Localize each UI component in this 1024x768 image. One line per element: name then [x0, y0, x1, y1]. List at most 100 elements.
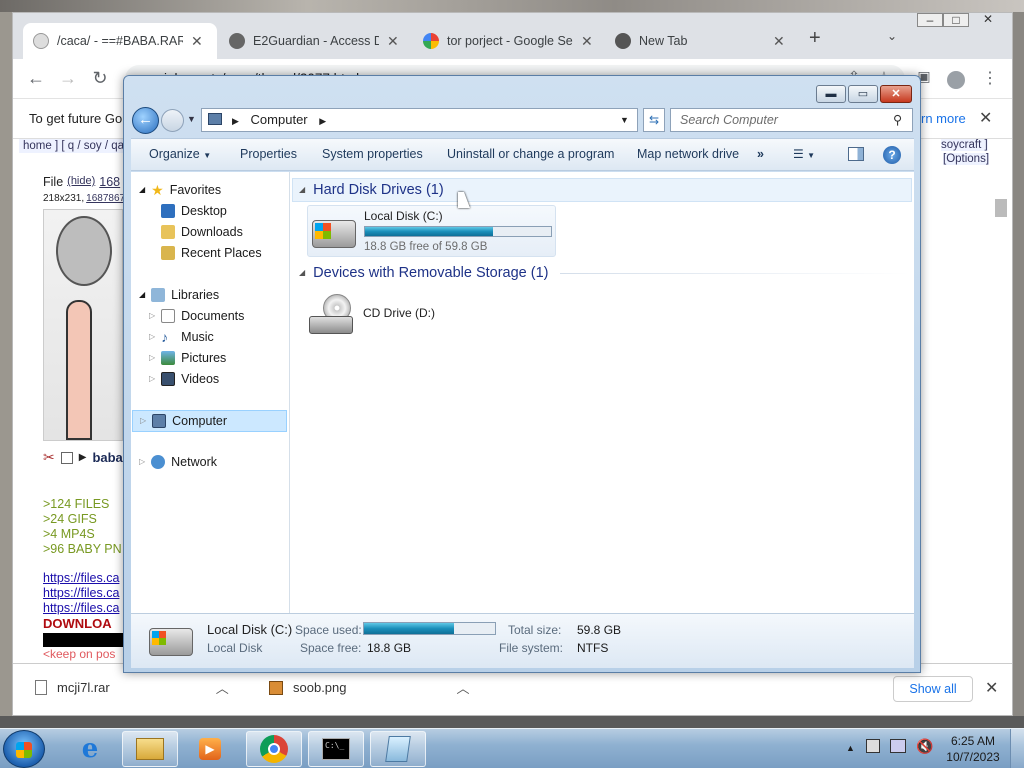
group-hard-disk-drives[interactable]: ◢ Hard Disk Drives (1): [299, 179, 444, 201]
options-link[interactable]: [Options]: [943, 153, 990, 165]
search-icon[interactable]: ⚲: [893, 109, 902, 131]
new-tab-plus-icon[interactable]: +: [809, 27, 821, 50]
nav-downloads[interactable]: Downloads: [161, 222, 243, 242]
nav-computer[interactable]: ▷ Computer: [132, 410, 287, 432]
expand-arrow-icon[interactable]: ◢: [139, 180, 145, 200]
collapse-arrow-icon[interactable]: ▷: [149, 306, 155, 326]
nav-recent-places[interactable]: Recent Places: [161, 243, 262, 263]
drive-d-tile[interactable]: CD Drive (D:): [307, 292, 507, 342]
file-url-link[interactable]: https://files.ca: [43, 571, 119, 586]
forward-arrow-icon[interactable]: →: [57, 68, 79, 89]
taskbar-notepad[interactable]: [370, 731, 426, 767]
address-dropdown-icon[interactable]: ▼: [620, 109, 629, 131]
file-link[interactable]: 168: [99, 175, 120, 189]
nav-documents[interactable]: ▷ Documents: [149, 306, 244, 326]
network-tray-icon[interactable]: [890, 739, 906, 753]
clock-time[interactable]: 6:25 AM: [950, 734, 996, 748]
show-desktop-button[interactable]: [1010, 729, 1024, 768]
volume-muted-icon[interactable]: 🔇: [916, 738, 933, 755]
organize-button[interactable]: Organize ▼: [149, 147, 211, 161]
maximize-icon[interactable]: □: [943, 13, 969, 27]
page-scrollbar-thumb[interactable]: [995, 199, 1007, 217]
action-center-icon[interactable]: [866, 739, 880, 753]
close-shelf-icon[interactable]: ✕: [985, 678, 998, 698]
file-id-link[interactable]: 1687867: [86, 193, 125, 204]
minimize-icon[interactable]: –: [917, 13, 943, 27]
close-icon[interactable]: ✕: [975, 13, 1001, 27]
nav-music[interactable]: ▷ ♪ Music: [149, 327, 214, 347]
collapse-arrow-icon[interactable]: ▷: [140, 411, 146, 431]
help-icon[interactable]: ?: [883, 146, 901, 164]
nav-favorites[interactable]: ◢ ★ Favorites: [139, 180, 221, 200]
nav-desktop[interactable]: Desktop: [161, 201, 227, 221]
chevron-up-icon[interactable]: ︿: [216, 678, 229, 697]
recent-pages-chevron-icon[interactable]: ▼: [187, 114, 196, 124]
back-arrow-icon[interactable]: ←: [25, 68, 47, 89]
show-all-button[interactable]: Show all: [893, 676, 973, 702]
nav-pictures[interactable]: ▷ Pictures: [149, 348, 226, 368]
refresh-icon[interactable]: ⇆: [643, 108, 665, 132]
info-bar-close-icon[interactable]: ✕: [979, 99, 992, 139]
taskbar-internet-explorer[interactable]: e: [62, 731, 118, 767]
preview-pane-icon[interactable]: [848, 147, 864, 161]
download-item-png[interactable]: soob.png ︿: [269, 678, 470, 697]
expand-arrow-icon[interactable]: ◢: [139, 285, 145, 305]
profile-avatar-icon[interactable]: [947, 71, 965, 89]
group-collapse-icon[interactable]: ◢: [299, 262, 305, 284]
more-commands-button[interactable]: »: [757, 147, 764, 161]
collapse-arrow-icon[interactable]: ▷: [149, 369, 155, 389]
chevron-up-icon[interactable]: ︿: [457, 678, 470, 697]
start-button[interactable]: [3, 730, 45, 768]
tab-close-icon[interactable]: ✕: [581, 33, 593, 50]
explorer-close-icon[interactable]: ✕: [880, 85, 912, 103]
tab-close-icon[interactable]: ✕: [387, 33, 399, 50]
search-input[interactable]: Search Computer ⚲: [670, 108, 913, 132]
board-nav-right[interactable]: soycraft ]: [941, 139, 988, 151]
tab-close-icon[interactable]: ✕: [191, 33, 203, 50]
explorer-maximize-icon[interactable]: ▭: [848, 85, 878, 103]
menu-kebab-icon[interactable]: ⋮: [979, 68, 1001, 88]
back-arrow-icon[interactable]: ←: [132, 107, 159, 134]
breadcrumb-arrow-icon[interactable]: ▶: [319, 116, 326, 126]
collapse-arrow-icon[interactable]: ▷: [139, 452, 145, 472]
address-bar[interactable]: ▶ Computer ▶ ▼: [201, 108, 638, 132]
group-removable-storage[interactable]: ◢ Devices with Removable Storage (1): [299, 262, 548, 284]
map-network-drive-button[interactable]: Map network drive: [637, 147, 739, 161]
nav-libraries[interactable]: ◢ Libraries: [139, 285, 219, 305]
nav-network[interactable]: ▷ Network: [139, 452, 217, 472]
show-hidden-icons-icon[interactable]: ▲: [846, 743, 855, 753]
tab-caca[interactable]: /caca/ - ==#BABA.RAR ✕: [23, 23, 217, 59]
forward-arrow-icon[interactable]: [161, 109, 184, 132]
tab-new-tab[interactable]: New Tab ✕: [605, 23, 799, 59]
collapse-arrow-icon[interactable]: ▷: [149, 327, 155, 347]
taskbar-command-prompt[interactable]: C:\_: [308, 731, 364, 767]
breadcrumb-arrow-icon[interactable]: ▶: [232, 116, 239, 126]
taskbar-chrome[interactable]: [246, 731, 302, 767]
post-arrow-icon[interactable]: ▶: [79, 452, 87, 463]
file-url-link[interactable]: https://files.ca: [43, 586, 119, 601]
learn-more-link[interactable]: rn more: [921, 99, 966, 139]
file-hide-link[interactable]: (hide): [67, 175, 95, 189]
clock-date[interactable]: 10/7/2023: [945, 750, 1001, 764]
download-item-rar[interactable]: mcji7l.rar ︿: [35, 678, 229, 697]
drive-c-tile[interactable]: Local Disk (C:) 18.8 GB free of 59.8 GB: [307, 205, 556, 257]
post-thumbnail-image[interactable]: [43, 209, 123, 441]
taskbar-media-player[interactable]: ▶: [182, 731, 238, 767]
tab-search-chevron-icon[interactable]: ⌄: [887, 29, 897, 43]
breadcrumb-computer[interactable]: Computer: [251, 112, 308, 127]
post-checkbox[interactable]: [60, 451, 73, 464]
explorer-minimize-icon[interactable]: ▬: [816, 85, 846, 103]
nav-videos[interactable]: ▷ Videos: [149, 369, 219, 389]
tab-google-search[interactable]: tor porject - Google Search ✕: [413, 23, 607, 59]
properties-button[interactable]: Properties: [240, 147, 297, 161]
tab-e2guardian[interactable]: E2Guardian - Access Denied ✕: [219, 23, 413, 59]
scissors-icon[interactable]: ✂: [43, 449, 55, 466]
collapse-arrow-icon[interactable]: ▷: [149, 348, 155, 368]
system-properties-button[interactable]: System properties: [322, 147, 423, 161]
file-url-link[interactable]: https://files.ca: [43, 601, 119, 616]
tab-close-icon[interactable]: ✕: [773, 33, 785, 50]
reload-icon[interactable]: ↻: [89, 68, 111, 89]
change-view-icon[interactable]: ☰ ▼: [793, 147, 829, 161]
board-nav[interactable]: home ] [ q / soy / qa: [19, 139, 128, 153]
uninstall-program-button[interactable]: Uninstall or change a program: [447, 147, 614, 161]
